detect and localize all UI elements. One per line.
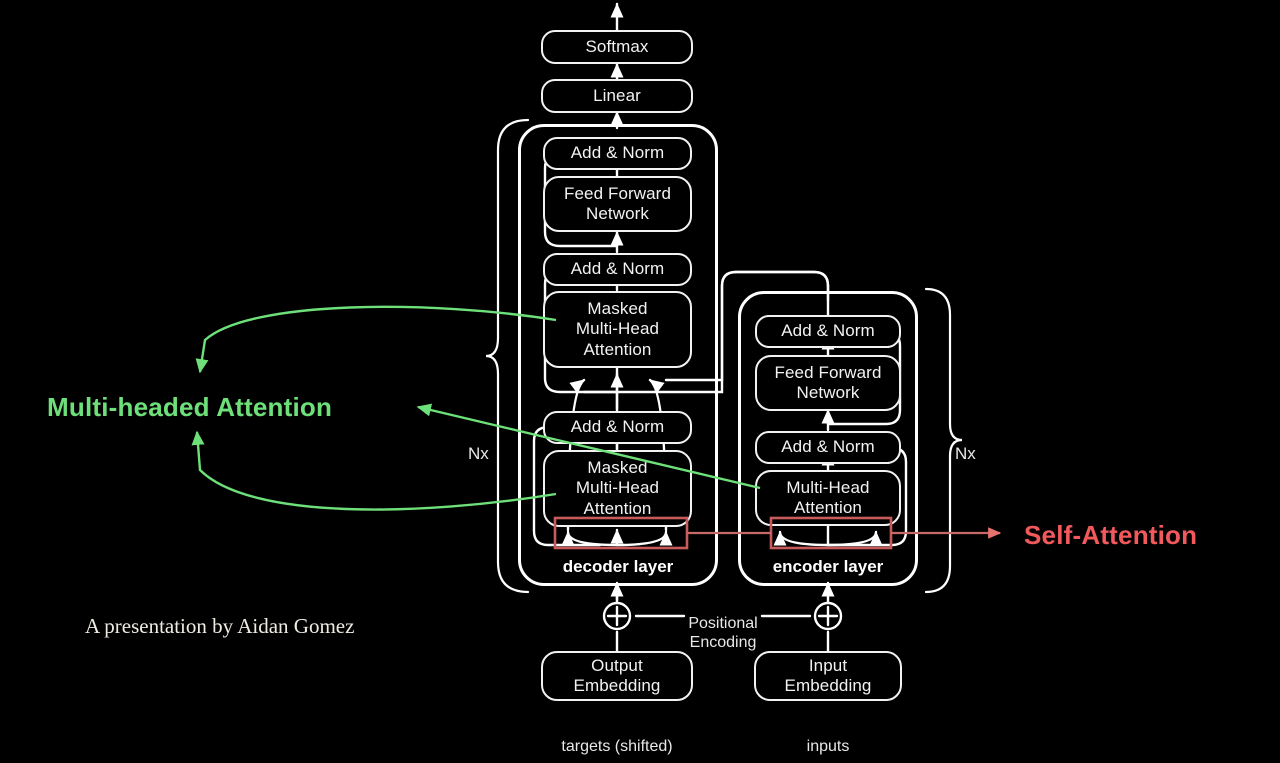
green-pointer-self-attention-decoder <box>191 430 557 511</box>
self-attention-callout: Self-Attention <box>1024 520 1198 550</box>
multi-headed-attention-callout: Multi-headed Attention <box>47 392 333 422</box>
green-pointer-encoder-attention <box>416 403 761 490</box>
red-highlight-decoder-qkv <box>553 516 689 550</box>
red-highlight-encoder-qkv <box>769 516 893 550</box>
presentation-credit: A presentation by Aidan Gomez <box>85 614 355 638</box>
annotation-overlay <box>191 305 1002 550</box>
transformer-architecture-slide: Softmax Linear decoder layer Add & Norm … <box>0 0 1280 763</box>
green-pointer-cross-attention <box>195 305 557 374</box>
